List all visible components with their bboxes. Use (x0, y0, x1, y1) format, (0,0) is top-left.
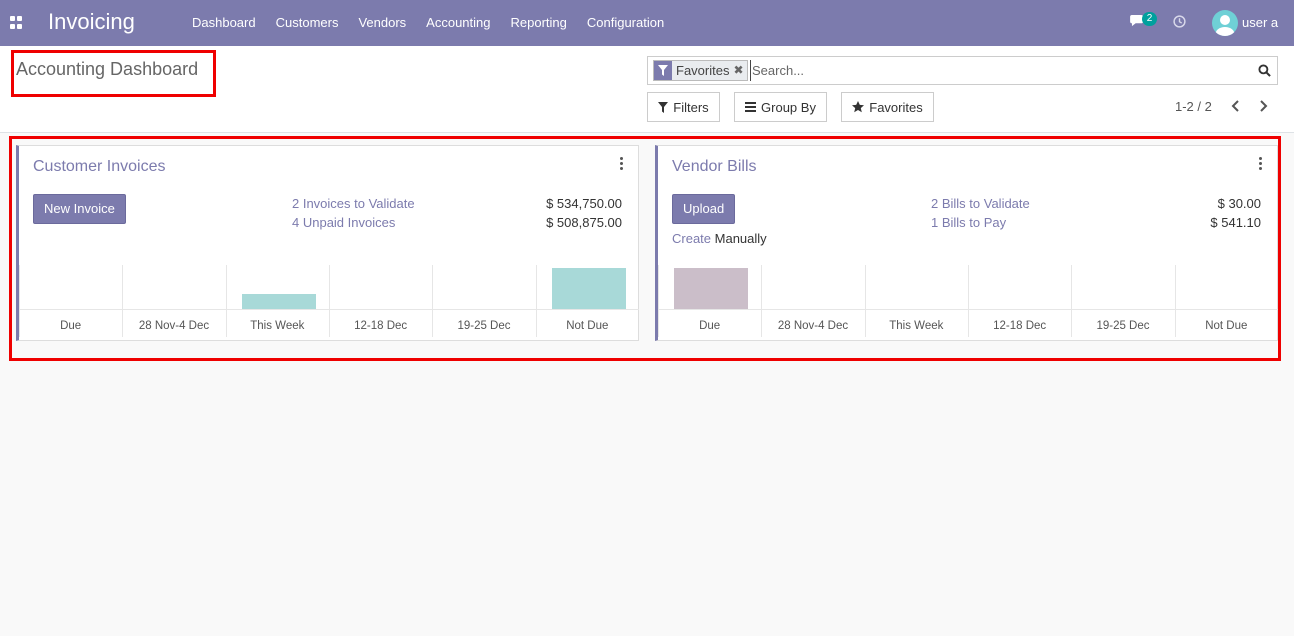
vendor-bills-chart[interactable]: Due 28 Nov-4 Dec This Week 12-18 Dec 19-25 D… (658, 265, 1278, 337)
pager-next-icon[interactable] (1254, 97, 1272, 115)
customer-invoices-chart[interactable]: Due 28 Nov-4 Dec This Week 12-18 Dec 19-25 D… (19, 265, 639, 337)
group-by-label: Group By (761, 99, 816, 115)
upload-button[interactable]: Upload (672, 194, 736, 224)
group-by-button[interactable]: Group By (734, 92, 827, 122)
vendor-bills-card: Vendor Bills Upload Create Manually 2 Bi… (655, 145, 1278, 341)
menu-item-configuration[interactable]: Configuration (577, 0, 674, 46)
invoices-to-validate-link[interactable]: 2 Invoices to Validate (292, 196, 415, 211)
chat-badge: 2 (1142, 12, 1157, 26)
chart-bar[interactable] (674, 268, 749, 309)
chart-tick-label: 12-18 Dec (993, 320, 1047, 332)
card-title[interactable]: Vendor Bills (672, 158, 757, 176)
facet-value: Favorites (676, 63, 730, 78)
chart-tick-label: This Week (250, 320, 305, 332)
chart-tick-label: 19-25 Dec (1096, 320, 1150, 332)
chart-tick-label: Due (699, 320, 721, 332)
filters-label: Filters (673, 99, 709, 115)
chart-tick-label: Due (60, 320, 82, 332)
chart-tick-label: 28 Nov-4 Dec (138, 320, 210, 332)
favorites-button[interactable]: Favorites (841, 92, 934, 122)
search-facet: Favorites ✖ (653, 60, 749, 81)
bills-to-validate-link[interactable]: 2 Bills to Validate (931, 196, 1030, 211)
unpaid-invoices-link[interactable]: 4 Unpaid Invoices (292, 215, 395, 230)
create-manually: Create Manually (672, 231, 767, 246)
menu-item-accounting[interactable]: Accounting (416, 0, 500, 46)
search-box[interactable]: Favorites ✖ (647, 56, 1278, 85)
card-options-icon[interactable] (620, 157, 624, 170)
filter-icon (658, 101, 669, 113)
star-icon (852, 101, 865, 113)
bars-icon (745, 102, 757, 112)
filter-icon (654, 61, 672, 80)
pager-previous-icon[interactable] (1227, 97, 1245, 115)
user-avatar-icon (1215, 15, 1235, 36)
card-title[interactable]: Customer Invoices (33, 158, 166, 176)
user-avatar[interactable] (1212, 10, 1238, 36)
customer-invoices-card: Customer Invoices New Invoice 2 Invoices… (16, 145, 639, 341)
create-manually-text: Manually (711, 231, 767, 246)
chart-tick-label: 19-25 Dec (457, 320, 511, 332)
chart-bar[interactable] (241, 294, 316, 309)
card-options-icon[interactable] (1259, 157, 1263, 170)
search-input[interactable] (750, 60, 1250, 81)
user-name[interactable]: user a (1242, 15, 1278, 30)
filters-button[interactable]: Filters (647, 92, 720, 122)
activity-clock-icon[interactable] (1173, 15, 1186, 28)
favorites-label: Favorites (869, 99, 923, 115)
menu-item-reporting[interactable]: Reporting (501, 0, 577, 46)
bills-to-validate-amount: $ 30.00 (1217, 196, 1261, 211)
menu-item-vendors[interactable]: Vendors (348, 0, 416, 46)
facet-remove-icon[interactable]: ✖ (733, 61, 747, 80)
search-icon[interactable] (1258, 64, 1271, 77)
control-panel: Accounting Dashboard Favorites ✖ Filters… (0, 46, 1294, 133)
apps-menu-icon[interactable] (10, 16, 23, 29)
chart-tick-label: 28 Nov-4 Dec (777, 320, 849, 332)
create-manually-link[interactable]: Create (672, 231, 711, 246)
chart-bar[interactable] (551, 268, 626, 309)
bills-to-pay-amount: $ 541.10 (1210, 215, 1261, 230)
app-brand[interactable]: Invoicing (48, 9, 135, 35)
chart-tick-label: Not Due (566, 320, 609, 332)
bills-to-pay-link[interactable]: 1 Bills to Pay (931, 215, 1006, 230)
chart-tick-label: 12-18 Dec (354, 320, 408, 332)
top-navbar: Invoicing Dashboard Customers Vendors Ac… (0, 0, 1294, 46)
chart-tick-label: Not Due (1205, 320, 1248, 332)
menu-item-customers[interactable]: Customers (266, 0, 349, 46)
chart-tick-label: This Week (889, 320, 944, 332)
unpaid-invoices-amount: $ 508,875.00 (546, 215, 622, 230)
pager-value[interactable]: 1-2 / 2 (1175, 99, 1212, 114)
main-menu: Dashboard Customers Vendors Accounting R… (182, 0, 674, 46)
invoices-to-validate-amount: $ 534,750.00 (546, 196, 622, 211)
page-title: Accounting Dashboard (16, 59, 199, 79)
new-invoice-button[interactable]: New Invoice (33, 194, 126, 224)
menu-item-dashboard[interactable]: Dashboard (182, 0, 266, 46)
